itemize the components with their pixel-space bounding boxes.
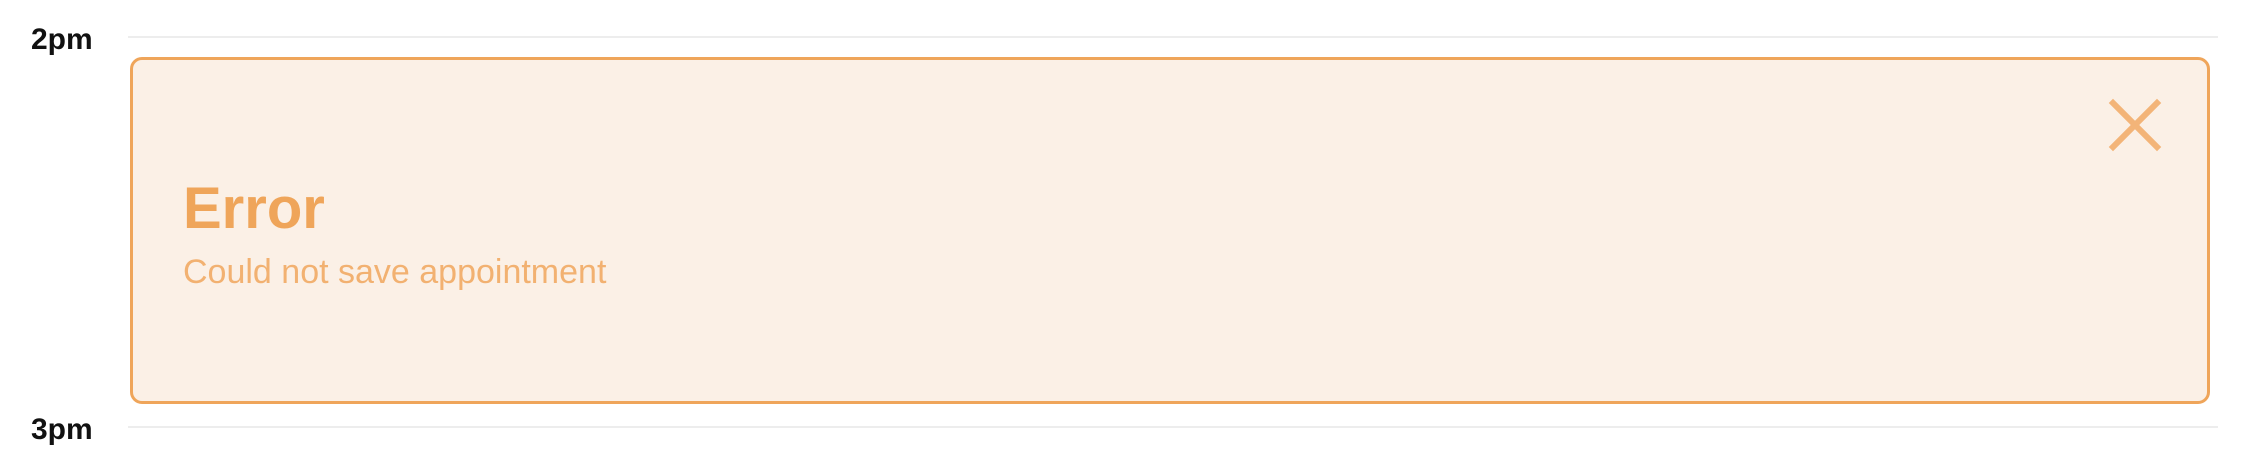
close-icon [2108,98,2162,152]
close-button[interactable] [2105,95,2165,155]
calendar-day-view: 2pm Error Could not save appointment 3pm [0,0,2250,458]
alert-title: Error [183,176,325,241]
error-alert: Error Could not save appointment [130,57,2210,404]
hour-divider-3pm [128,426,2218,428]
hour-divider-2pm [128,36,2218,38]
alert-message: Could not save appointment [183,253,607,291]
time-label-3pm: 3pm [31,413,93,446]
time-label-2pm: 2pm [31,23,93,56]
